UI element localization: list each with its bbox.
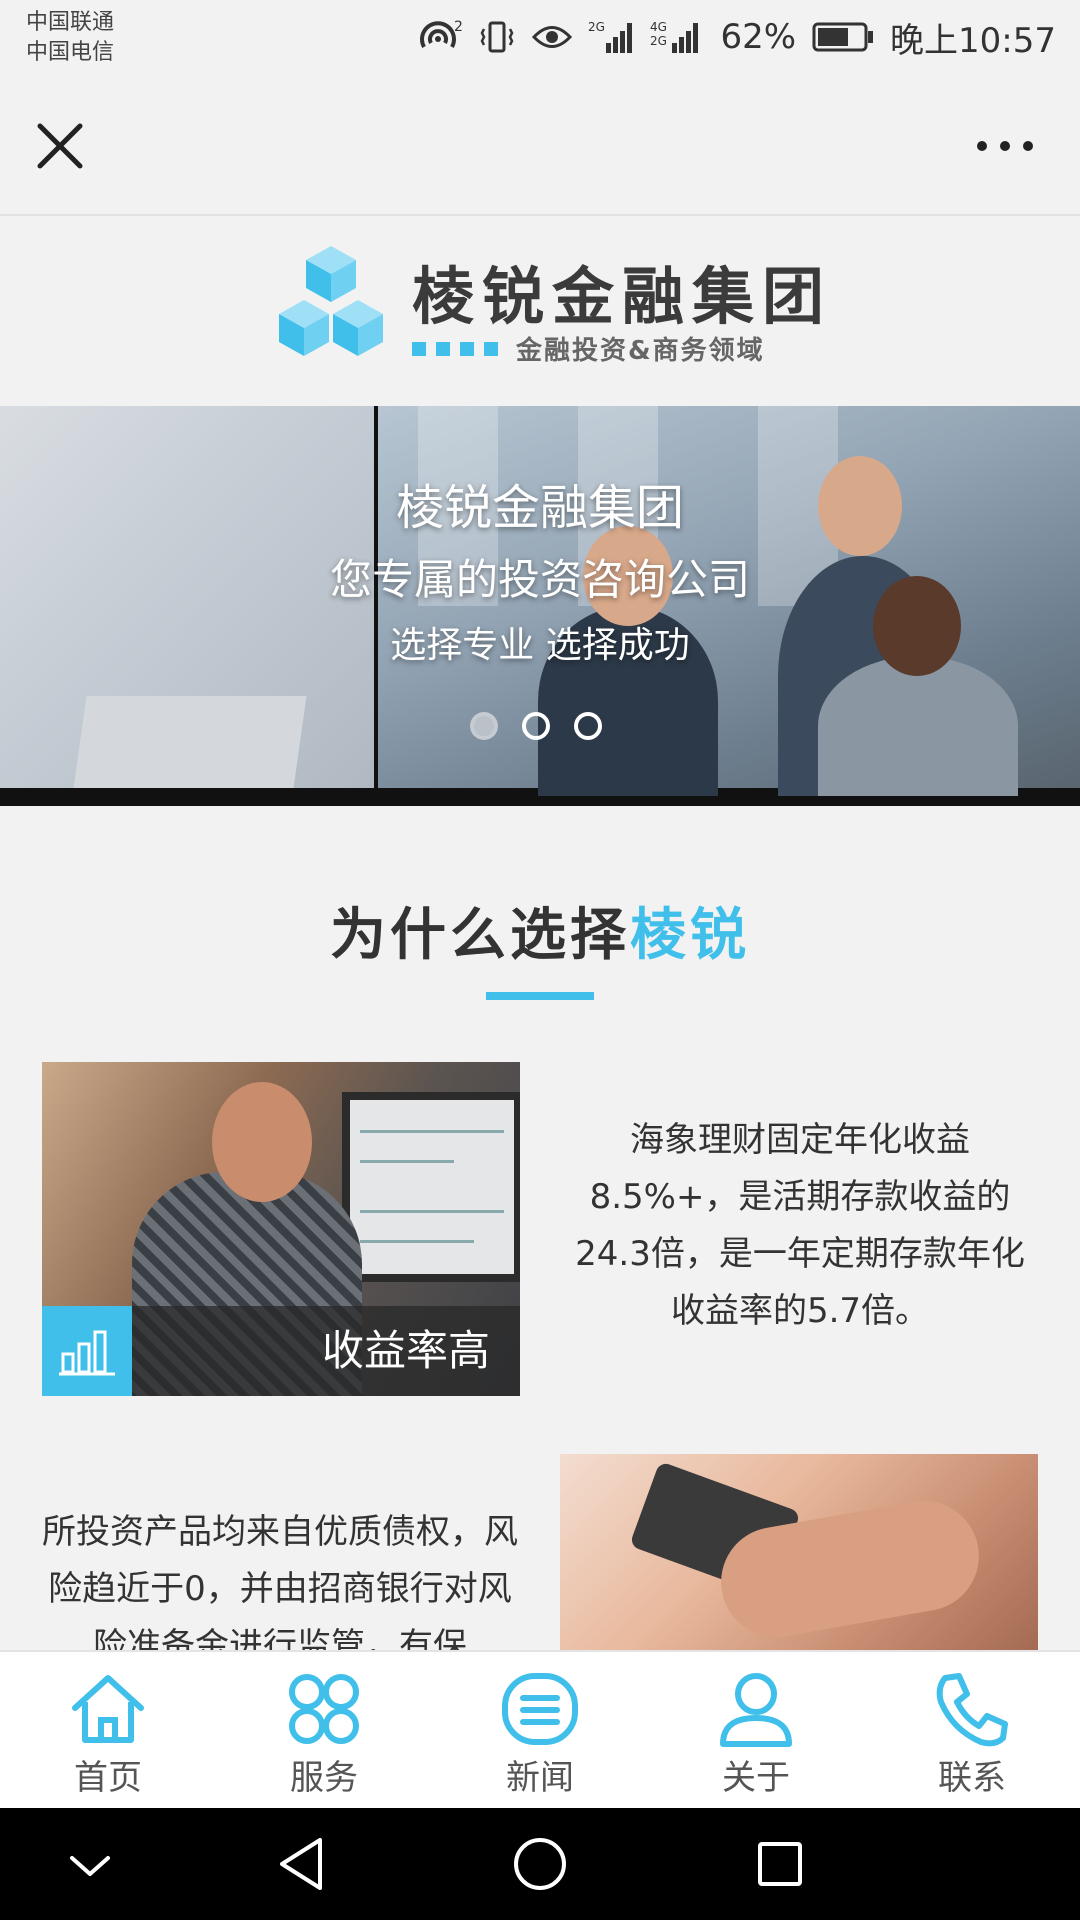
battery-indicator bbox=[812, 22, 874, 52]
section-title-accent: 棱锐 bbox=[630, 903, 750, 968]
signal-4g-icon: 4G2G bbox=[650, 20, 699, 53]
carrier-info: 中国联通 中国电信 bbox=[26, 8, 114, 68]
logo-title: 棱锐金融集团 bbox=[412, 260, 833, 333]
clock: 晚上10:57 bbox=[890, 20, 1056, 61]
section-title-underline bbox=[486, 992, 594, 1000]
eye-icon bbox=[532, 26, 573, 48]
banner-slogan: 选择专业 选择成功 bbox=[390, 625, 690, 666]
top-nav-bar bbox=[0, 76, 1080, 216]
home-circle-icon[interactable] bbox=[512, 1836, 568, 1892]
carrier-2: 中国电信 bbox=[26, 40, 115, 65]
home-icon bbox=[72, 1675, 144, 1743]
carousel-indicators bbox=[470, 712, 602, 740]
more-options-button[interactable] bbox=[970, 116, 1040, 176]
monitor-graphic bbox=[342, 1092, 520, 1282]
carousel-dot-3[interactable] bbox=[574, 712, 602, 740]
grid-icon bbox=[289, 1674, 359, 1744]
banner-title: 棱锐金融集团 bbox=[395, 480, 684, 536]
news-icon bbox=[502, 1673, 578, 1745]
section-title-prefix: 为什么选择 bbox=[330, 903, 630, 968]
status-bar: 中国联通 中国电信 2 2G 4G 2G 62% 晚上10:57 bbox=[0, 0, 1080, 76]
tab-contact[interactable]: 联系 bbox=[864, 1652, 1080, 1808]
section-title: 为什么选择棱锐 bbox=[0, 890, 1080, 971]
hotspot-icon: 2 bbox=[420, 19, 462, 48]
logo-header[interactable]: 棱锐金融集团 金融投资&商务领域 bbox=[0, 218, 1080, 406]
logo-squares bbox=[412, 341, 498, 356]
tab-about-label: 关于 bbox=[722, 1758, 790, 1798]
tab-home[interactable]: 首页 bbox=[0, 1652, 216, 1808]
feature-label: 收益率高 bbox=[321, 1326, 490, 1375]
close-icon bbox=[37, 123, 83, 169]
bottom-tab-bar: 首页 服务 新闻 关于 联系 bbox=[0, 1650, 1080, 1808]
tab-about[interactable]: 关于 bbox=[648, 1652, 864, 1808]
tab-services[interactable]: 服务 bbox=[216, 1652, 432, 1808]
bar-chart-icon bbox=[59, 1330, 115, 1376]
feature-high-yield-image[interactable]: 收益率高 bbox=[42, 1062, 520, 1396]
svg-text:2G: 2G bbox=[588, 20, 605, 34]
tab-services-label: 服务 bbox=[290, 1758, 358, 1798]
svg-text:2: 2 bbox=[454, 19, 462, 35]
tab-home-label: 首页 bbox=[74, 1758, 142, 1798]
chevron-down-icon[interactable] bbox=[68, 1836, 112, 1892]
svg-text:2G: 2G bbox=[650, 34, 667, 48]
carousel-dot-1[interactable] bbox=[470, 712, 498, 740]
tab-news-label: 新闻 bbox=[506, 1758, 574, 1798]
back-icon[interactable] bbox=[276, 1836, 328, 1892]
carousel-dot-2[interactable] bbox=[522, 712, 550, 740]
signal-2g-icon: 2G bbox=[588, 20, 633, 53]
carrier-1: 中国联通 bbox=[26, 10, 115, 35]
cube-logo-icon bbox=[279, 246, 383, 356]
tab-news[interactable]: 新闻 bbox=[432, 1652, 648, 1808]
vibrate-icon bbox=[481, 21, 514, 53]
phone-icon bbox=[936, 1673, 1008, 1747]
logo-subtitle-text: 金融投资&商务领域 bbox=[516, 336, 765, 366]
svg-text:4G: 4G bbox=[650, 20, 667, 34]
tab-contact-label: 联系 bbox=[938, 1758, 1006, 1798]
status-icons: 2 2G 4G 2G 62% 晚上10:57 bbox=[416, 12, 1056, 62]
user-icon bbox=[720, 1673, 792, 1747]
feature-icon-box bbox=[42, 1306, 132, 1396]
system-navigation-bar bbox=[0, 1808, 1080, 1920]
battery-icon bbox=[812, 22, 874, 52]
banner-carousel[interactable]: 棱锐金融集团 您专属的投资咨询公司 选择专业 选择成功 bbox=[0, 406, 1080, 806]
feature-high-yield-description: 海象理财固定年化收益8.5%+，是活期存款收益的24.3倍，是一年定期存款年化收… bbox=[575, 1120, 1025, 1331]
battery-percent: 62% bbox=[720, 17, 797, 57]
more-dots-icon bbox=[977, 141, 1033, 151]
close-button[interactable] bbox=[30, 116, 90, 176]
logo-subtitle: 金融投资&商务领域 bbox=[412, 330, 765, 367]
recent-apps-icon[interactable] bbox=[754, 1836, 806, 1892]
feature-safety-image[interactable] bbox=[560, 1454, 1038, 1654]
banner-subtitle: 您专属的投资咨询公司 bbox=[329, 555, 750, 604]
